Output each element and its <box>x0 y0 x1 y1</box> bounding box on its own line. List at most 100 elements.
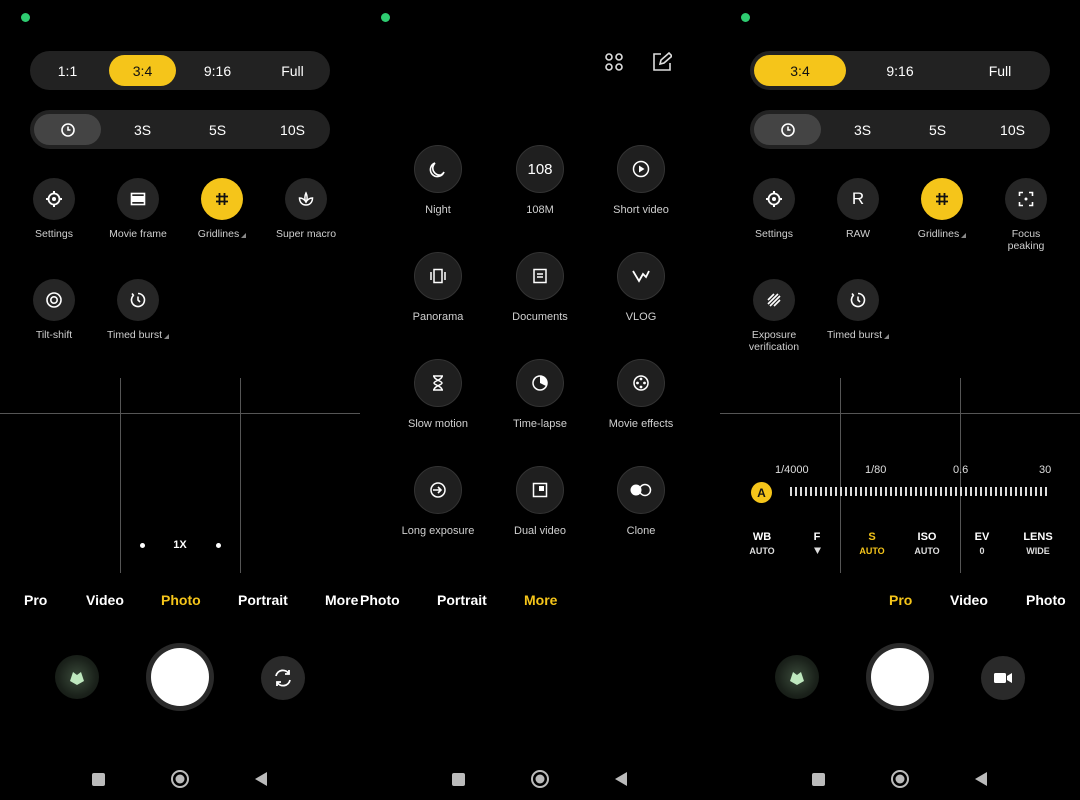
timer-option-5s[interactable]: 5S <box>904 114 971 145</box>
timed-burst-button[interactable] <box>117 279 159 321</box>
auto-mode-badge[interactable]: A <box>751 482 772 503</box>
mode-panorama[interactable]: Panorama <box>383 252 493 323</box>
timer-off-option[interactable] <box>34 114 101 145</box>
zoom-level[interactable]: 1X <box>166 539 194 551</box>
mode-pro[interactable]: Pro <box>24 592 47 608</box>
mode-photo[interactable]: Photo <box>1026 592 1066 608</box>
mode-photo[interactable]: Photo <box>360 592 400 608</box>
aspect-option-9-16[interactable]: 9:16 <box>854 55 946 86</box>
timer-option-3s[interactable]: 3S <box>829 114 896 145</box>
mode-documents[interactable]: Documents <box>485 252 595 323</box>
movie-frame-button[interactable] <box>117 178 159 220</box>
dial-tick <box>860 487 862 496</box>
timer-off-option[interactable] <box>754 114 821 145</box>
dial-tick <box>900 487 902 496</box>
mode-pro[interactable]: Pro <box>889 592 912 608</box>
mode-short-video[interactable]: Short video <box>586 145 696 216</box>
focus-peaking-button[interactable] <box>1005 178 1047 220</box>
nav-back-button[interactable] <box>250 768 272 790</box>
mode-108m[interactable]: 108 108M <box>485 145 595 216</box>
param-iso[interactable]: ISO AUTO <box>905 531 949 556</box>
timer-option-10s[interactable]: 10S <box>979 114 1046 145</box>
timer-selector: 3S 5S 10S <box>30 110 330 149</box>
zoom-dot[interactable] <box>140 543 145 548</box>
timer-option-10s[interactable]: 10S <box>259 114 326 145</box>
movie-frame-tile[interactable]: Movie frame <box>96 178 180 240</box>
zoom-dot[interactable] <box>216 543 221 548</box>
aspect-option-full[interactable]: Full <box>954 55 1046 86</box>
mode-time-lapse[interactable]: Time-lapse <box>485 359 595 430</box>
exposure-verification-tile[interactable]: Exposure verification <box>732 279 816 353</box>
aspect-option-3-4[interactable]: 3:4 <box>109 55 176 86</box>
super-macro-tile[interactable]: Super macro <box>264 178 348 240</box>
settings-tile[interactable]: Settings <box>732 178 816 240</box>
timed-burst-tile[interactable]: Timed burst <box>96 279 180 341</box>
mode-photo[interactable]: Photo <box>161 592 201 608</box>
raw-tile[interactable]: R RAW <box>816 178 900 240</box>
settings-tile[interactable]: Settings <box>12 178 96 240</box>
mode-movie-effects[interactable]: Movie effects <box>586 359 696 430</box>
nav-back-button[interactable] <box>970 768 992 790</box>
mode-vlog[interactable]: VLOG <box>586 252 696 323</box>
nav-recents-button[interactable] <box>807 768 829 790</box>
aspect-option-3-4[interactable]: 3:4 <box>754 55 846 86</box>
gallery-thumbnail[interactable] <box>55 655 99 699</box>
gridlines-tile[interactable]: Gridlines <box>900 178 984 240</box>
mode-more[interactable]: More <box>325 592 358 608</box>
raw-button[interactable]: R <box>837 178 879 220</box>
mode-night[interactable]: Night <box>383 145 493 216</box>
shutter-button[interactable] <box>146 643 214 711</box>
gallery-thumbnail[interactable] <box>775 655 819 699</box>
nav-home-button[interactable] <box>889 768 911 790</box>
edit-button[interactable] <box>652 51 674 77</box>
settings-button[interactable] <box>33 178 75 220</box>
gridlines-tile[interactable]: Gridlines <box>180 178 264 240</box>
mode-video[interactable]: Video <box>86 592 124 608</box>
aspect-option-full[interactable]: Full <box>259 55 326 86</box>
aspect-option-9-16[interactable]: 9:16 <box>184 55 251 86</box>
back-triangle-icon <box>255 772 267 786</box>
shutter-speed-slider[interactable] <box>790 487 1048 497</box>
gridlines-button[interactable] <box>201 178 243 220</box>
mode-portrait[interactable]: Portrait <box>238 592 288 608</box>
exposure-verification-button[interactable] <box>753 279 795 321</box>
dial-tick <box>965 487 967 496</box>
nav-home-button[interactable] <box>169 768 191 790</box>
dial-tick <box>895 487 897 496</box>
back-triangle-icon <box>975 772 987 786</box>
param-ev[interactable]: EV 0 <box>960 531 1004 556</box>
timed-burst-tile[interactable]: Timed burst <box>816 279 900 341</box>
timed-burst-button[interactable] <box>837 279 879 321</box>
param-focus[interactable]: F <box>795 531 839 557</box>
video-camera-button[interactable] <box>981 656 1025 700</box>
mode-slow-motion[interactable]: Slow motion <box>383 359 493 430</box>
param-shutter[interactable]: S AUTO <box>850 531 894 556</box>
mode-more[interactable]: More <box>524 592 557 608</box>
grid-layout-button[interactable] <box>604 52 624 77</box>
mode-clone[interactable]: Clone <box>586 466 696 537</box>
nav-recents-button[interactable] <box>87 768 109 790</box>
tilt-shift-tile[interactable]: Tilt-shift <box>12 279 96 341</box>
super-macro-button[interactable] <box>285 178 327 220</box>
timer-option-5s[interactable]: 5S <box>184 114 251 145</box>
dial-tick <box>955 487 957 496</box>
param-wb[interactable]: WB AUTO <box>740 531 784 556</box>
raw-icon: R <box>851 189 865 208</box>
param-lens[interactable]: LENS WIDE <box>1016 531 1060 556</box>
dial-tick <box>855 487 857 496</box>
shutter-button[interactable] <box>866 643 934 711</box>
settings-button[interactable] <box>753 178 795 220</box>
mode-dual-video[interactable]: Dual video <box>485 466 595 537</box>
mode-video[interactable]: Video <box>950 592 988 608</box>
aspect-option-1-1[interactable]: 1:1 <box>34 55 101 86</box>
focus-peaking-tile[interactable]: Focus peaking <box>984 178 1068 252</box>
gridlines-button[interactable] <box>921 178 963 220</box>
mode-long-exposure[interactable]: Long exposure <box>383 466 493 537</box>
mode-portrait[interactable]: Portrait <box>437 592 487 608</box>
timer-option-3s[interactable]: 3S <box>109 114 176 145</box>
switch-camera-button[interactable] <box>261 656 305 700</box>
tilt-shift-button[interactable] <box>33 279 75 321</box>
nav-home-button[interactable] <box>529 768 551 790</box>
nav-recents-button[interactable] <box>447 768 469 790</box>
nav-back-button[interactable] <box>610 768 632 790</box>
